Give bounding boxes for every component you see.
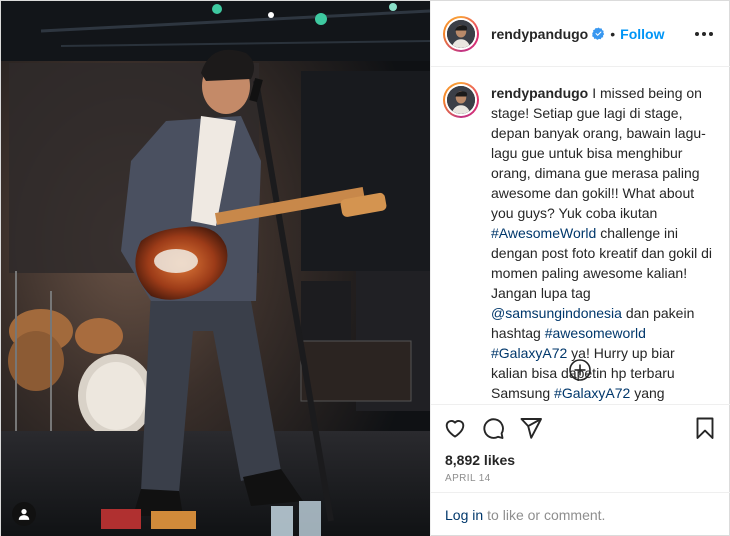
share-icon[interactable] bbox=[519, 416, 543, 440]
post-header: rendypandugo • Follow bbox=[431, 1, 730, 67]
post-actions-section: 8,892 likes APRIL 14 bbox=[431, 404, 730, 487]
comment-icon[interactable] bbox=[481, 416, 505, 440]
caption-text: I missed being on stage! Setiap gue lagi… bbox=[491, 85, 706, 221]
hashtag-awesomeworld[interactable]: #AwesomeWorld bbox=[491, 225, 596, 241]
hashtag-awesomeworld-lower[interactable]: #awesomeworld bbox=[545, 325, 646, 341]
login-link[interactable]: Log in bbox=[445, 507, 483, 523]
username-link[interactable]: rendypandugo bbox=[491, 26, 588, 42]
post-modal: rendypandugo • Follow rendypandugo I mis… bbox=[0, 0, 730, 536]
caption-row: rendypandugo I missed being on stage! Set… bbox=[443, 82, 717, 404]
save-bookmark-icon[interactable] bbox=[693, 416, 717, 440]
header-user: rendypandugo • Follow bbox=[491, 26, 664, 42]
follow-button[interactable]: Follow bbox=[620, 26, 664, 42]
caption-username[interactable]: rendypandugo bbox=[491, 85, 588, 101]
caption-avatar[interactable] bbox=[443, 82, 479, 118]
hashtag-galaxya72[interactable]: #GalaxyA72 bbox=[491, 345, 567, 361]
mention-samsungindonesia[interactable]: @samsungindonesia bbox=[491, 305, 622, 321]
post-caption: rendypandugo I missed being on stage! Set… bbox=[491, 83, 713, 404]
verified-icon bbox=[592, 27, 605, 40]
avatar[interactable] bbox=[443, 15, 479, 52]
more-options-icon[interactable] bbox=[691, 28, 717, 40]
hashtag-galaxya72-second[interactable]: #GalaxyA72 bbox=[554, 385, 630, 401]
login-prompt: Log in to like or comment. bbox=[431, 492, 730, 536]
user-tag-icon[interactable] bbox=[12, 502, 36, 526]
post-side-panel: rendypandugo • Follow rendypandugo I mis… bbox=[430, 1, 730, 536]
likes-count[interactable]: 8,892 likes bbox=[431, 451, 730, 469]
post-date[interactable]: APRIL 14 bbox=[431, 469, 730, 487]
separator-dot: • bbox=[610, 25, 616, 42]
post-photo[interactable] bbox=[1, 1, 430, 536]
heart-icon[interactable] bbox=[443, 416, 467, 440]
action-bar bbox=[431, 405, 730, 451]
load-more-comments-icon[interactable] bbox=[568, 358, 592, 382]
login-prompt-text: to like or comment. bbox=[487, 507, 606, 523]
concert-guitarist-photo bbox=[1, 1, 430, 536]
comments-area: rendypandugo I missed being on stage! Set… bbox=[431, 67, 730, 404]
